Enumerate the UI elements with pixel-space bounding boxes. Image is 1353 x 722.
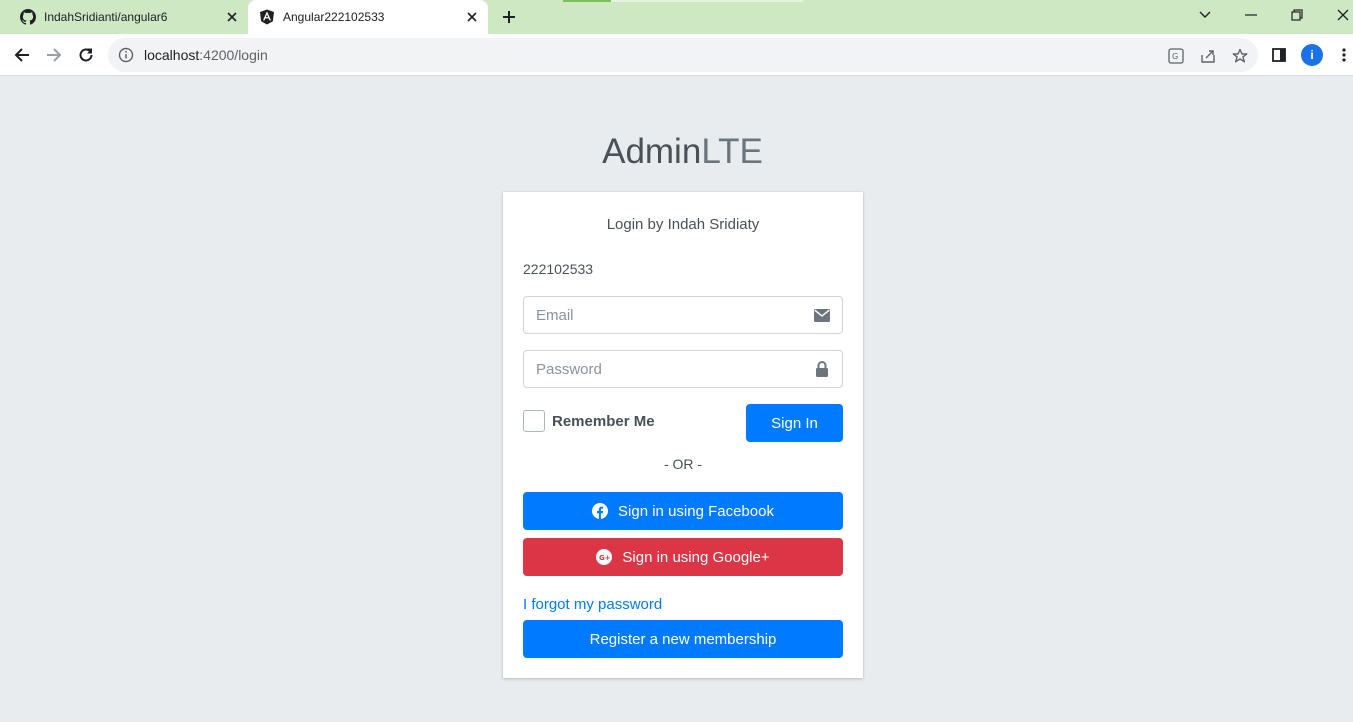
- tab-angular[interactable]: Angular222102533: [248, 0, 488, 34]
- logo-light-text: LTE: [701, 132, 763, 171]
- facebook-signin-button[interactable]: Sign in using Facebook: [523, 492, 843, 530]
- window-close-button[interactable]: [1329, 2, 1353, 28]
- minimize-icon: [1245, 14, 1257, 16]
- google-plus-icon: G+: [596, 549, 613, 565]
- url-host: localhost: [144, 47, 200, 63]
- email-input[interactable]: [524, 297, 802, 333]
- back-button[interactable]: [8, 41, 36, 69]
- profile-avatar[interactable]: i: [1301, 44, 1323, 66]
- close-icon: [1337, 9, 1349, 21]
- password-input[interactable]: [524, 351, 802, 387]
- forgot-password-link[interactable]: I forgot my password: [523, 596, 662, 613]
- browser-tab-bar: IndahSridianti/angular6 Angular222102533: [0, 0, 1353, 34]
- remember-me: Remember Me: [523, 410, 655, 432]
- app-logo[interactable]: AdminLTE: [0, 132, 1353, 172]
- loading-progress-bar: [563, 0, 803, 2]
- github-icon: [20, 9, 36, 25]
- logo-bold-text: Admin: [602, 132, 702, 171]
- loading-progress-fill: [563, 0, 611, 2]
- or-divider: - OR -: [663, 456, 703, 472]
- tab-search-button[interactable]: [1191, 2, 1219, 28]
- remember-checkbox[interactable]: [523, 410, 545, 432]
- share-icon[interactable]: [1199, 47, 1217, 65]
- tab-title: Angular222102533: [283, 10, 385, 24]
- browser-toolbar: localhost:4200/login G i: [0, 34, 1353, 76]
- register-button[interactable]: Register a new membership: [523, 620, 843, 658]
- address-bar[interactable]: localhost:4200/login G: [108, 38, 1258, 72]
- google-signin-label: Sign in using Google+: [622, 548, 770, 566]
- login-message: Login by Indah Sridiaty: [606, 216, 760, 233]
- url-path: :4200/login: [199, 47, 268, 63]
- translate-icon[interactable]: G: [1167, 47, 1185, 65]
- sign-in-button[interactable]: Sign In: [746, 404, 843, 442]
- restore-icon: [1291, 9, 1303, 21]
- forward-button[interactable]: [40, 41, 68, 69]
- restore-button[interactable]: [1283, 2, 1311, 28]
- angular-icon: [259, 9, 275, 25]
- reload-icon: [79, 48, 93, 62]
- tab-title: IndahSridianti/angular6: [44, 10, 168, 24]
- new-tab-button[interactable]: [497, 5, 521, 29]
- close-icon[interactable]: [462, 7, 482, 27]
- tab-github[interactable]: IndahSridianti/angular6: [8, 0, 248, 34]
- facebook-signin-label: Sign in using Facebook: [618, 502, 774, 520]
- student-id: 222102533: [523, 261, 594, 277]
- email-field: [523, 296, 843, 334]
- svg-text:G: G: [1172, 52, 1178, 61]
- close-icon[interactable]: [222, 7, 242, 27]
- remember-label[interactable]: Remember Me: [552, 413, 655, 430]
- minimize-button[interactable]: [1237, 2, 1265, 28]
- lock-icon: [802, 351, 842, 387]
- reload-button[interactable]: [72, 41, 100, 69]
- facebook-icon: [592, 503, 609, 519]
- arrow-left-icon: [14, 48, 29, 62]
- side-panel-icon[interactable]: [1269, 45, 1289, 65]
- plus-icon: [503, 11, 515, 23]
- login-card: Login by Indah Sridiaty 222102533 Rememb…: [503, 192, 863, 678]
- google-signin-button[interactable]: G+ Sign in using Google+: [523, 538, 843, 576]
- menu-icon[interactable]: [1334, 45, 1353, 65]
- star-icon[interactable]: [1231, 47, 1249, 65]
- url-text: localhost:4200/login: [144, 47, 268, 63]
- chevron-down-icon: [1199, 11, 1211, 18]
- svg-text:G+: G+: [599, 554, 611, 562]
- envelope-icon: [802, 297, 842, 333]
- arrow-right-icon: [47, 48, 62, 62]
- password-field: [523, 350, 843, 388]
- info-icon[interactable]: [118, 47, 134, 63]
